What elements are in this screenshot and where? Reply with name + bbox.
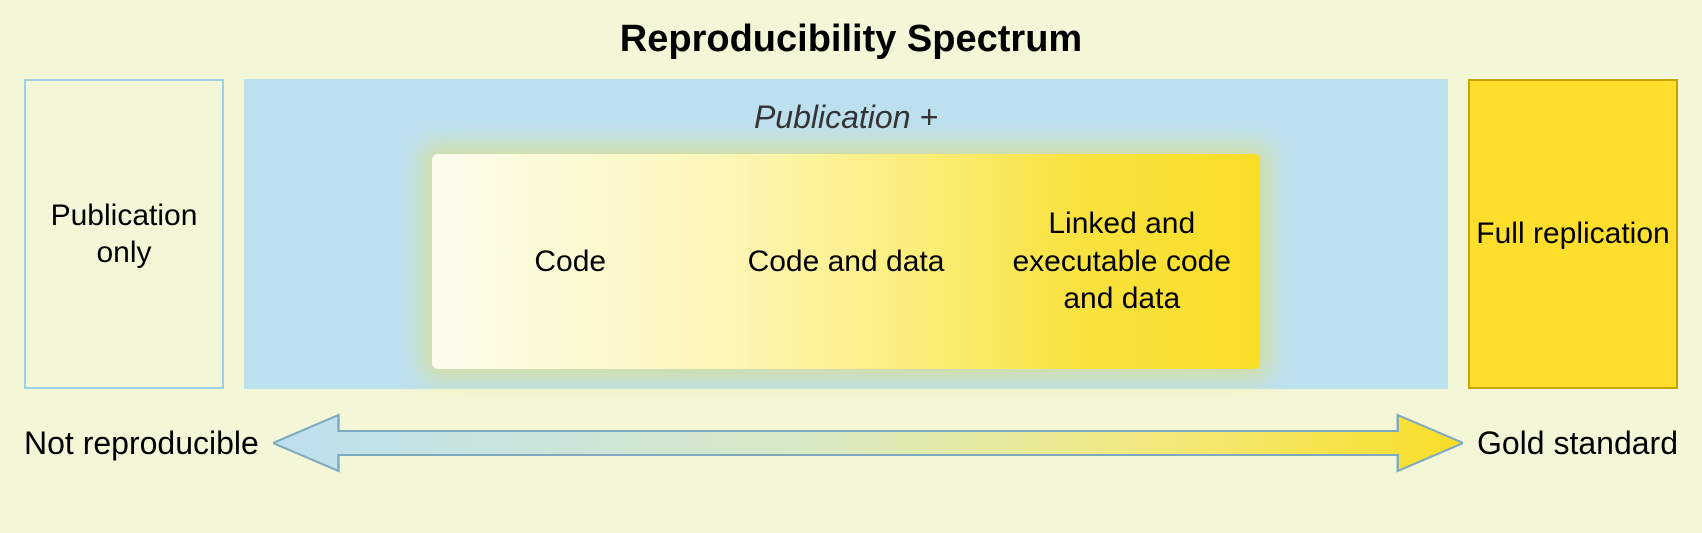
spectrum-stage-code-and-data: Code and data [708,243,984,281]
not-reproducible-label: Not reproducible [24,425,259,462]
gradient-bar: Code Code and data Linked and executable… [432,154,1259,369]
full-replication-panel: Full replication [1468,79,1678,389]
gold-standard-label: Gold standard [1477,425,1678,462]
spectrum-stage-code: Code [432,243,708,281]
spectrum-row: Publication only Publication + Code Code… [0,61,1702,389]
double-arrow-icon [273,413,1463,473]
publication-plus-panel: Publication + Code Code and data Linked … [244,79,1448,389]
publication-only-text: Publication only [26,197,222,272]
axis-row: Not reproducible Gold standard [0,389,1702,473]
publication-plus-header: Publication + [754,99,938,136]
diagram-title: Reproducibility Spectrum [0,0,1702,61]
publication-only-panel: Publication only [24,79,224,389]
full-replication-text: Full replication [1476,215,1669,253]
spectrum-arrow [273,413,1463,473]
spectrum-stage-linked-executable: Linked and executable code and data [984,205,1260,318]
